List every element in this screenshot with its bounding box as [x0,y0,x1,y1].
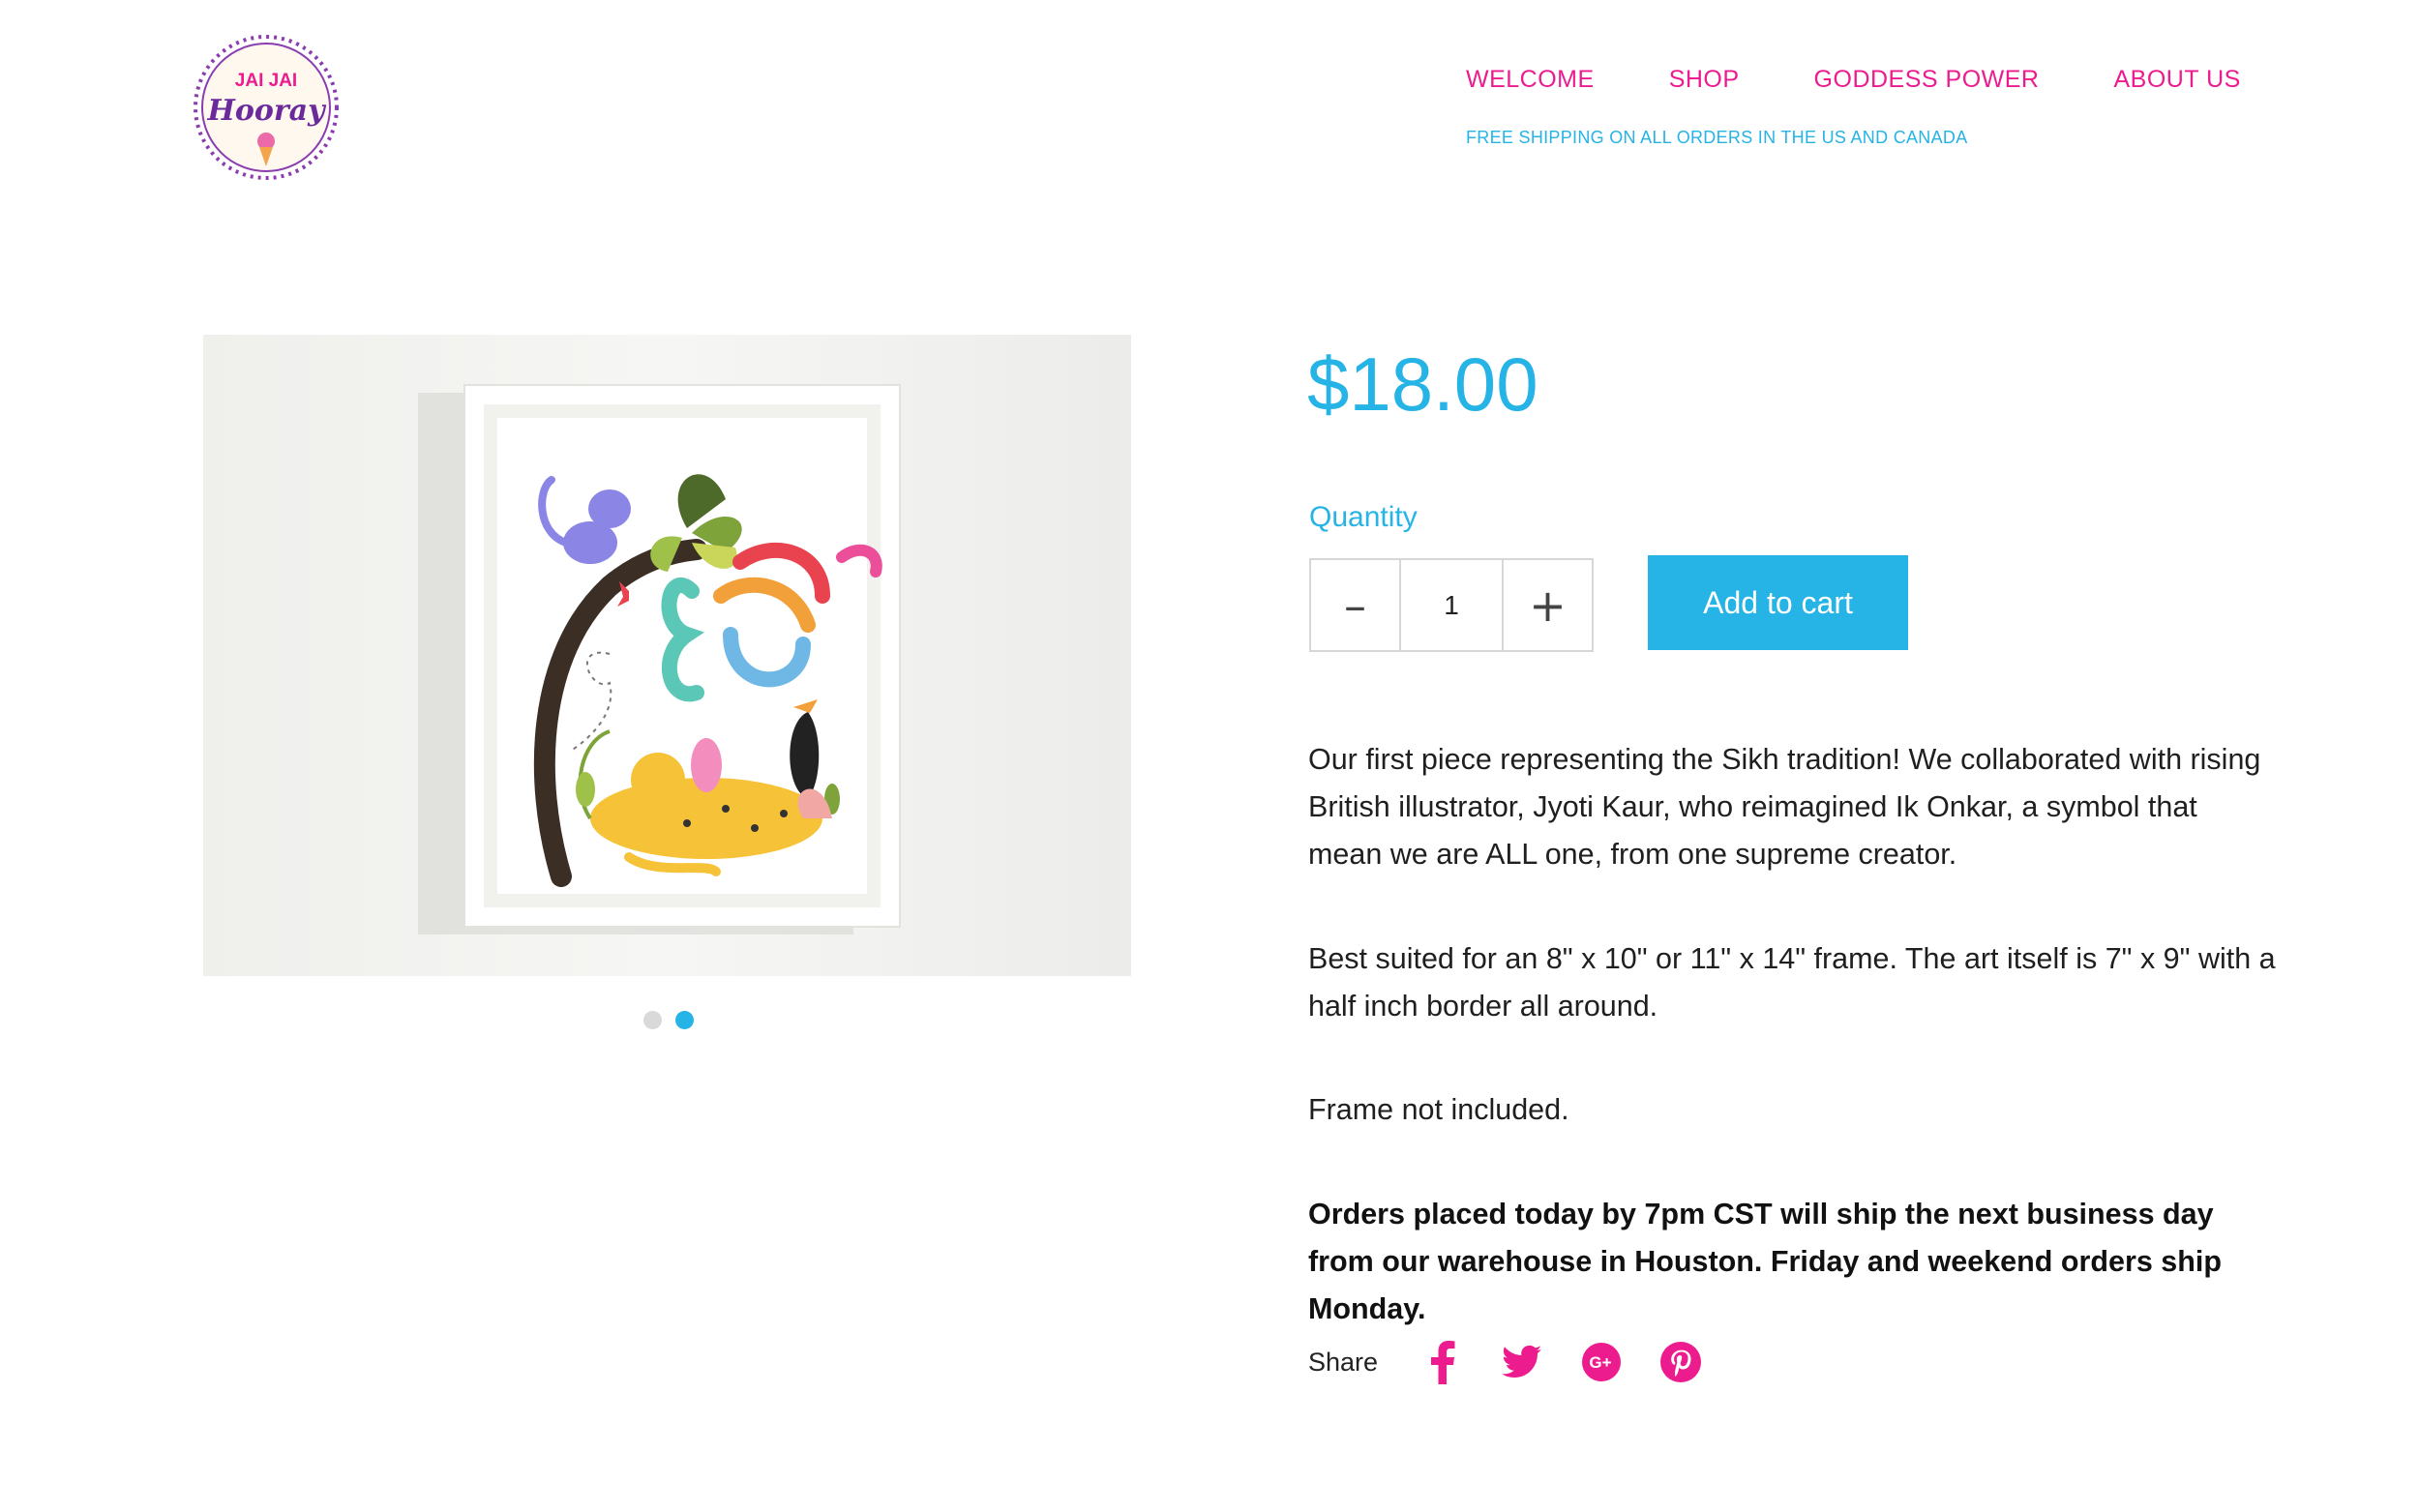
description-paragraph: Frame not included. [1308,1093,1569,1126]
product-price: $18.00 [1307,341,1538,427]
nav-welcome[interactable]: WELCOME [1466,66,1595,94]
svg-text:JAI JAI: JAI JAI [235,71,297,91]
framed-print-illustration [203,335,1131,976]
gallery-dot-1[interactable] [643,1011,662,1029]
nav-about-us[interactable]: ABOUT US [2113,66,2240,94]
description-paragraph: Best suited for an 8" x 10" or 11" x 14"… [1308,942,2276,1023]
plus-icon: + [1529,578,1567,632]
shipping-notice: Orders placed today by 7pm CST will ship… [1308,1198,2222,1325]
quantity-decrease-button[interactable]: – [1311,560,1399,650]
facebook-icon[interactable] [1422,1340,1463,1384]
gallery-dot-2[interactable] [675,1011,694,1029]
main-nav: WELCOME SHOP GODDESS POWER ABOUT US [1466,66,2241,94]
nav-shop[interactable]: SHOP [1669,66,1740,94]
product-image[interactable] [203,335,1131,976]
minus-icon: – [1344,578,1366,632]
quantity-label: Quantity [1309,501,1418,533]
share-label: Share [1308,1347,1379,1377]
quantity-stepper: – 1 + [1309,558,1594,652]
google-plus-icon[interactable]: G+ [1581,1340,1622,1384]
svg-text:G+: G+ [1589,1353,1611,1372]
quantity-input[interactable]: 1 [1399,560,1504,650]
pinterest-icon[interactable] [1660,1340,1702,1384]
description-paragraph: Our first piece representing the Sikh tr… [1308,743,2261,871]
share-bar: Share G+ [1308,1340,1740,1384]
product-page: JAI JAI Hooray WELCOME SHOP GODDESS POWE… [0,0,2419,1512]
logo-badge: JAI JAI Hooray [194,35,339,180]
shipping-promo: FREE SHIPPING ON ALL ORDERS IN THE US AN… [1466,128,1968,147]
nav-goddess-power[interactable]: GODDESS POWER [1814,66,2040,94]
add-to-cart-button[interactable]: Add to cart [1648,555,1908,650]
gallery-pagination [643,1011,694,1029]
twitter-icon[interactable] [1502,1340,1542,1384]
brand-logo[interactable]: JAI JAI Hooray [192,33,341,182]
quantity-increase-button[interactable]: + [1504,560,1592,650]
svg-text:Hooray: Hooray [206,94,327,128]
